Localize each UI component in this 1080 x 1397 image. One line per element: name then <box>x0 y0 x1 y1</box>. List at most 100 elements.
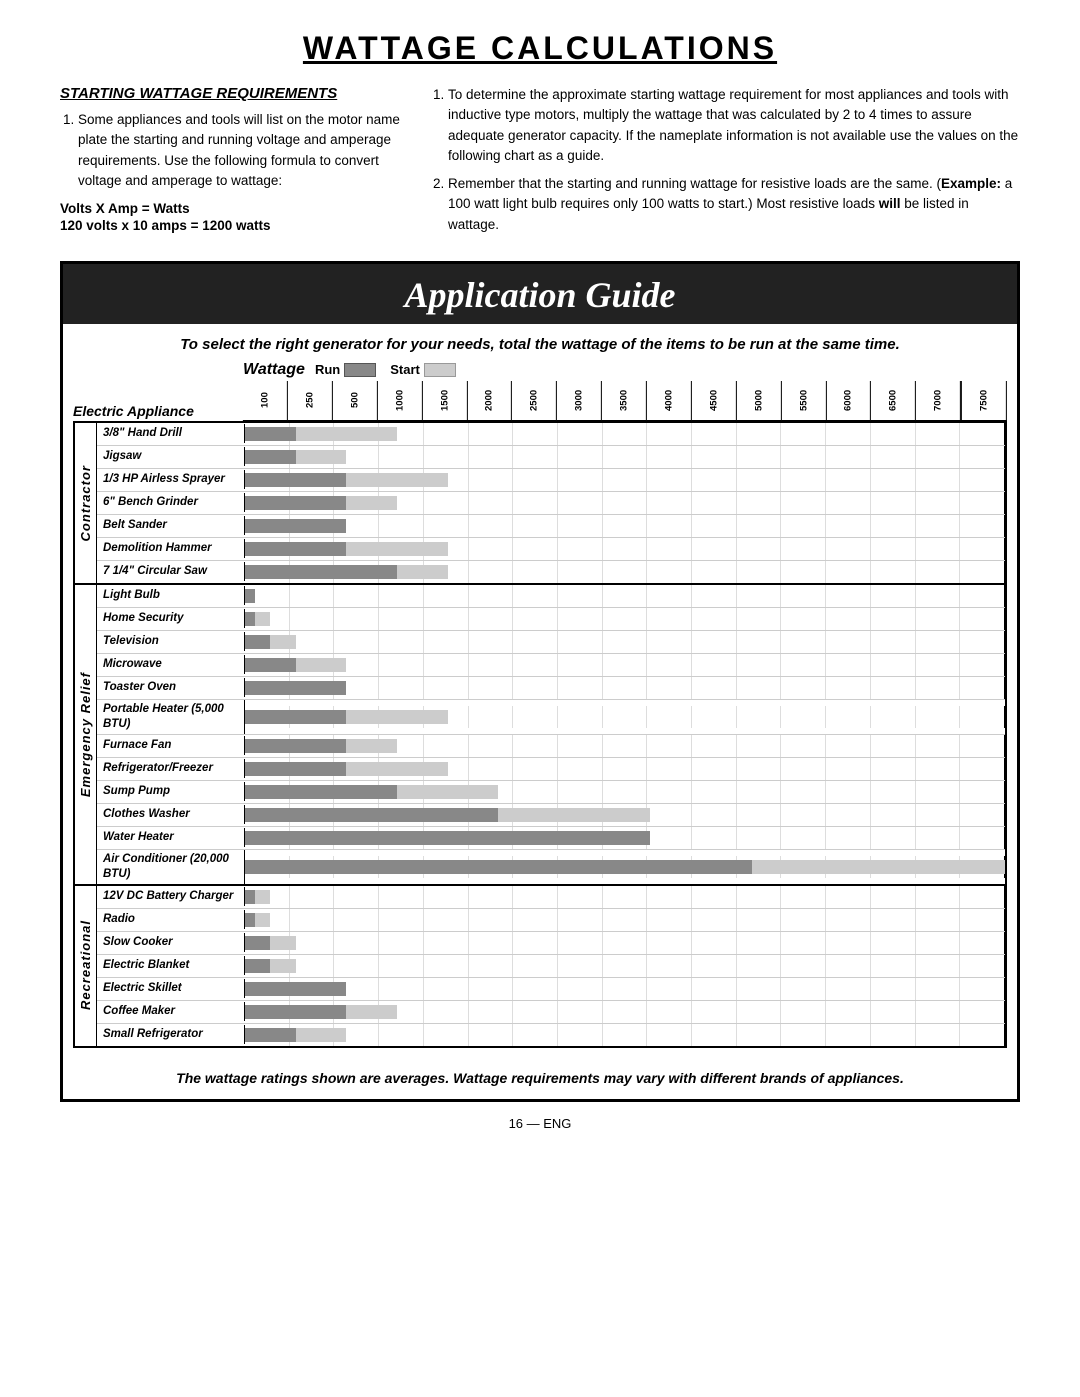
grid-cell <box>826 677 871 699</box>
grid-cell <box>558 585 603 607</box>
grid-cell <box>469 446 514 468</box>
grid-cell <box>647 909 692 931</box>
start-bar <box>397 565 448 579</box>
appliance-row: Electric Skillet <box>97 978 1005 1001</box>
grid-cell <box>469 469 514 491</box>
grid-cell <box>960 654 1005 676</box>
bar-area <box>245 758 1005 780</box>
grid-cell <box>916 561 961 583</box>
grid-cell <box>513 446 558 468</box>
grid-cell <box>960 585 1005 607</box>
grid-cell <box>424 585 469 607</box>
grid-cell <box>603 585 648 607</box>
grid-cell <box>379 631 424 653</box>
grid-cell <box>916 446 961 468</box>
grid-cell <box>737 978 782 1000</box>
grid-cell <box>781 1024 826 1046</box>
watt-col-6500: 6500 <box>871 381 916 421</box>
grid-cell <box>558 446 603 468</box>
grid-cell <box>960 492 1005 514</box>
grid-cell <box>558 677 603 699</box>
appliance-name: Light Bulb <box>97 586 245 605</box>
grid-cell <box>513 781 558 803</box>
grid-cell <box>916 804 961 826</box>
start-bar <box>255 913 270 927</box>
grid-cell <box>647 561 692 583</box>
grid-cell <box>513 909 558 931</box>
watt-col-4000: 4000 <box>647 381 692 421</box>
grid-cell <box>290 886 335 908</box>
grid-cell <box>960 909 1005 931</box>
grid-cell <box>558 735 603 757</box>
rows-area: Light BulbHome SecurityTelevisionMicrowa… <box>97 585 1005 884</box>
start-color-swatch <box>424 363 456 377</box>
appliance-row: Jigsaw <box>97 446 1005 469</box>
grid-cell <box>737 804 782 826</box>
grid-cell <box>826 758 871 780</box>
start-bar <box>397 785 498 799</box>
run-bar <box>245 739 346 753</box>
watt-col-250: 250 <box>288 381 333 421</box>
grid-cell <box>960 608 1005 630</box>
appliance-name: Portable Heater (5,000 BTU) <box>97 700 245 734</box>
grid-cell <box>737 585 782 607</box>
grid-cell <box>871 955 916 977</box>
grid-cell <box>379 932 424 954</box>
appliance-row: Furnace Fan <box>97 735 1005 758</box>
appliance-name: Slow Cooker <box>97 933 245 952</box>
grid-cell <box>379 585 424 607</box>
grid-cell <box>871 585 916 607</box>
grid-cell <box>647 1024 692 1046</box>
appliance-name: Microwave <box>97 655 245 674</box>
watt-col-4500: 4500 <box>692 381 737 421</box>
grid-cell <box>469 538 514 560</box>
grid-cell <box>647 469 692 491</box>
appliance-row: Portable Heater (5,000 BTU) <box>97 700 1005 735</box>
grid-cell <box>916 706 961 728</box>
watt-column-headers: 1002505001000150020002500300035004000450… <box>243 381 1007 421</box>
appliance-row: Belt Sander <box>97 515 1005 538</box>
grid-cell <box>871 1001 916 1023</box>
watt-col-100: 100 <box>243 381 288 421</box>
app-guide-subtitle: To select the right generator for your n… <box>63 324 1017 361</box>
grid-lines <box>245 585 1005 607</box>
grid-cell <box>960 735 1005 757</box>
appliance-col-header: Electric Appliance <box>73 381 243 421</box>
grid-cell <box>692 515 737 537</box>
grid-cell <box>603 561 648 583</box>
grid-cell <box>290 909 335 931</box>
bar-area <box>245 1001 1005 1023</box>
grid-cell <box>916 654 961 676</box>
section-contractor: Contractor3/8" Hand DrillJigsaw1/3 HP Ai… <box>75 423 1005 583</box>
chart-container: Wattage Run Start Electric Appliance 100… <box>63 361 1017 1058</box>
bar-area <box>245 423 1005 445</box>
grid-cell <box>916 909 961 931</box>
grid-cell <box>737 1024 782 1046</box>
grid-cell <box>603 909 648 931</box>
grid-cell <box>647 538 692 560</box>
grid-cell <box>781 538 826 560</box>
grid-cell <box>424 932 469 954</box>
grid-cell <box>692 735 737 757</box>
right-list: To determine the approximate starting wa… <box>430 85 1020 235</box>
appliance-name: Furnace Fan <box>97 736 245 755</box>
start-bar <box>346 762 447 776</box>
run-bar <box>245 612 255 626</box>
grid-cell <box>871 758 916 780</box>
grid-cell <box>960 631 1005 653</box>
grid-cell <box>603 1001 648 1023</box>
grid-cell <box>781 827 826 849</box>
run-bar <box>245 936 270 950</box>
grid-cell <box>424 735 469 757</box>
bar-area <box>245 446 1005 468</box>
watt-col-7500: 7500 <box>961 381 1007 421</box>
start-bar <box>346 473 447 487</box>
grid-lines <box>245 955 1005 977</box>
grid-cell <box>469 654 514 676</box>
grid-cell <box>960 423 1005 445</box>
grid-cell <box>379 446 424 468</box>
grid-cell <box>737 758 782 780</box>
grid-cell <box>513 758 558 780</box>
grid-cell <box>290 608 335 630</box>
grid-cell <box>871 781 916 803</box>
